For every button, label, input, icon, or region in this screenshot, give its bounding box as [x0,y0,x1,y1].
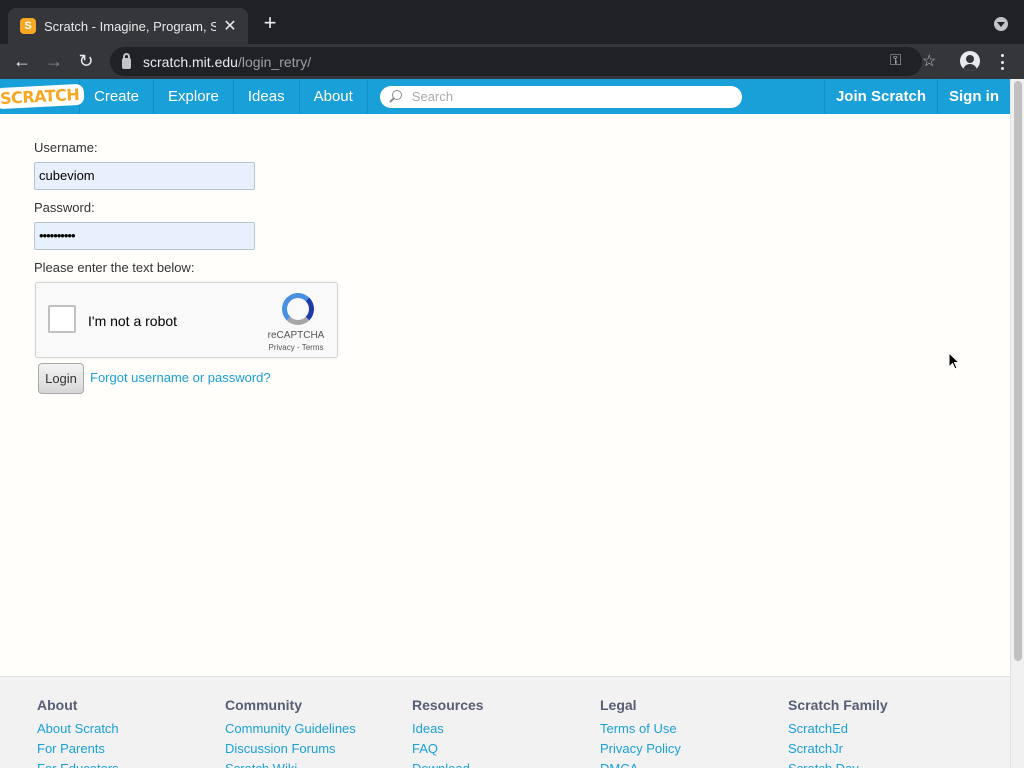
page-scrollbar[interactable] [1010,79,1024,768]
browser-tab[interactable]: S Scratch - Imagine, Program, Sh ✕ [8,8,248,44]
scratch-favicon-icon: S [20,18,36,34]
lock-icon [122,53,131,69]
reload-icon[interactable]: ↻ [73,48,99,74]
footer-link[interactable]: Privacy Policy [600,739,681,759]
username-field[interactable]: cubeviom [34,162,255,190]
nav-create[interactable]: Create [80,79,155,114]
footer-col-about: About About Scratch For Parents For Educ… [37,697,119,768]
footer-link[interactable]: Scratch Wiki [225,759,356,768]
footer-link[interactable]: Discussion Forums [225,739,356,759]
recaptcha-checkbox[interactable] [48,305,76,333]
key-icon[interactable]: ⚿ [890,52,901,69]
footer-heading: About [37,697,78,713]
recaptcha-logo-icon [282,293,314,325]
new-tab-icon[interactable]: + [258,12,282,34]
footer-link[interactable]: ScratchEd [788,719,888,739]
search-input[interactable] [411,89,712,104]
recaptcha-terms[interactable]: Privacy - Terms [256,343,336,352]
tab-title: Scratch - Imagine, Program, Sh [44,18,216,34]
footer-col-legal: Legal Terms of Use Privacy Policy DMCA [600,697,681,768]
recaptcha-brand: reCAPTCHA [267,330,325,341]
scratch-logo[interactable]: Scratch [0,79,85,114]
address-bar[interactable]: scratch.mit.edu/login_retry/ ⚿ ☆ [110,47,936,76]
footer-link[interactable]: Scratch Day [788,759,888,768]
footer-heading: Resources [412,697,484,713]
join-scratch-link[interactable]: Join Scratch [823,79,937,114]
tab-close-icon[interactable]: ✕ [222,16,238,36]
footer-heading: Legal [600,697,637,713]
nav-about[interactable]: About [300,79,368,114]
url-path: /login_retry/ [237,53,312,70]
footer-link[interactable]: DMCA [600,759,681,768]
sign-in-link[interactable]: Sign in [937,79,1010,114]
footer-link[interactable]: Terms of Use [600,719,681,739]
footer-link[interactable]: About Scratch [37,719,119,739]
password-field[interactable]: •••••••••• [34,222,255,250]
profile-avatar-icon[interactable] [960,51,980,71]
footer-link[interactable]: ScratchJr [788,739,888,759]
recaptcha-widget: I'm not a robot reCAPTCHA Privacy - Term… [35,282,338,358]
browser-tab-bar: S Scratch - Imagine, Program, Sh ✕ + [0,0,1024,44]
url-host: scratch.mit.edu [143,53,238,70]
star-icon[interactable]: ☆ [922,51,936,71]
search-icon [388,89,402,104]
login-button[interactable]: Login [38,363,84,394]
back-arrow-icon[interactable]: ← [9,48,35,74]
scratch-navbar: Scratch Create Explore Ideas About Join … [0,79,1010,114]
browser-menu-icon[interactable] [996,52,1008,72]
forgot-password-link[interactable]: Forgot username or password? [90,370,271,385]
tab-search-icon[interactable] [994,17,1008,31]
nav-explore[interactable]: Explore [154,79,234,114]
footer-col-community: Community Community Guidelines Discussio… [225,697,356,768]
footer-col-resources: Resources Ideas FAQ Download [412,697,484,768]
captcha-prompt: Please enter the text below: [34,260,195,275]
search-box [379,85,742,108]
footer-link[interactable]: Download [412,759,484,768]
nav-ideas[interactable]: Ideas [234,79,300,114]
username-label: Username: [34,140,98,155]
footer-link[interactable]: FAQ [412,739,484,759]
footer-heading: Community [225,697,302,713]
footer: About About Scratch For Parents For Educ… [0,676,1010,768]
password-label: Password: [34,200,95,215]
footer-col-scratch-family: Scratch Family ScratchEd ScratchJr Scrat… [788,697,888,768]
browser-toolbar: ← → ↻ scratch.mit.edu/login_retry/ ⚿ ☆ [0,44,1024,79]
scrollbar-thumb[interactable] [1014,81,1022,661]
forward-arrow-icon[interactable]: → [41,48,67,74]
footer-link[interactable]: Ideas [412,719,484,739]
footer-heading: Scratch Family [788,697,888,713]
footer-link[interactable]: Community Guidelines [225,719,356,739]
recaptcha-label: I'm not a robot [88,313,178,329]
footer-link[interactable]: For Parents [37,739,119,759]
footer-link[interactable]: For Educators [37,759,119,768]
